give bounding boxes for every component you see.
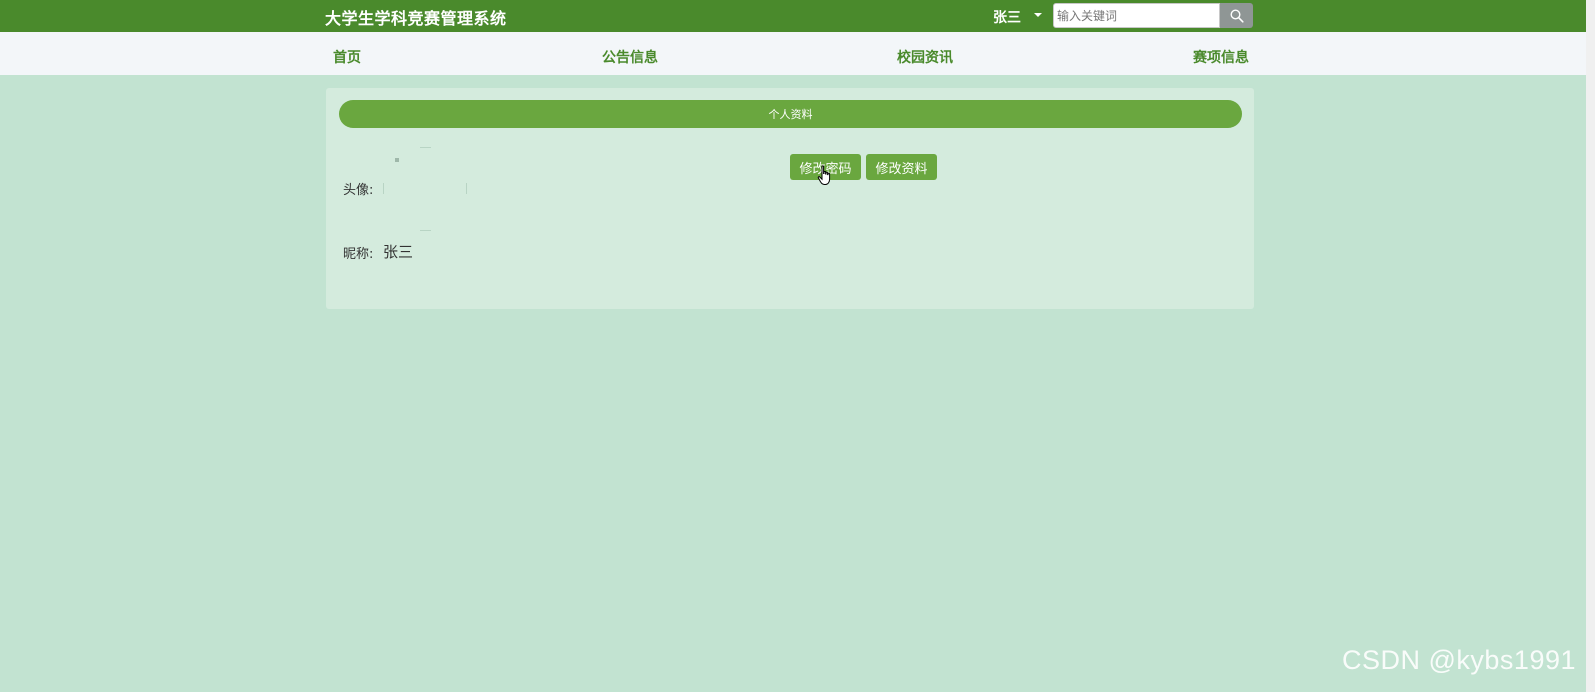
search-input[interactable] — [1053, 3, 1220, 28]
nav-item-announcements[interactable]: 公告信息 — [602, 47, 658, 67]
scrollbar[interactable] — [1586, 0, 1595, 692]
search-icon — [1229, 8, 1244, 23]
search-button[interactable] — [1220, 3, 1253, 28]
caret-down-icon[interactable] — [1034, 13, 1042, 17]
nav-item-home[interactable]: 首页 — [333, 47, 361, 67]
edit-profile-button[interactable]: 修改资料 — [866, 154, 937, 180]
nav-item-competitions[interactable]: 赛项信息 — [1193, 47, 1249, 67]
user-menu[interactable]: 张三 — [993, 7, 1021, 27]
nickname-value: 张三 — [383, 243, 414, 261]
profile-panel-header: 个人资料 — [339, 100, 1242, 128]
main-nav: 首页 公告信息 校园资讯 赛项信息 — [0, 32, 1586, 75]
watermark: CSDN @kybs1991 — [1342, 645, 1576, 675]
avatar — [383, 147, 467, 231]
avatar-label: 头像: — [343, 183, 374, 198]
nav-item-campus-news[interactable]: 校园资讯 — [897, 47, 953, 67]
site-title[interactable]: 大学生学科竞赛管理系统 — [325, 5, 507, 29]
hand-pointer-icon — [817, 165, 831, 185]
top-bar: 大学生学科竞赛管理系统 张三 — [0, 0, 1586, 32]
profile-panel: 个人资料 修改密码 修改资料 头像: 昵称: 张三 — [326, 88, 1254, 309]
nickname-label: 昵称: — [343, 247, 374, 262]
